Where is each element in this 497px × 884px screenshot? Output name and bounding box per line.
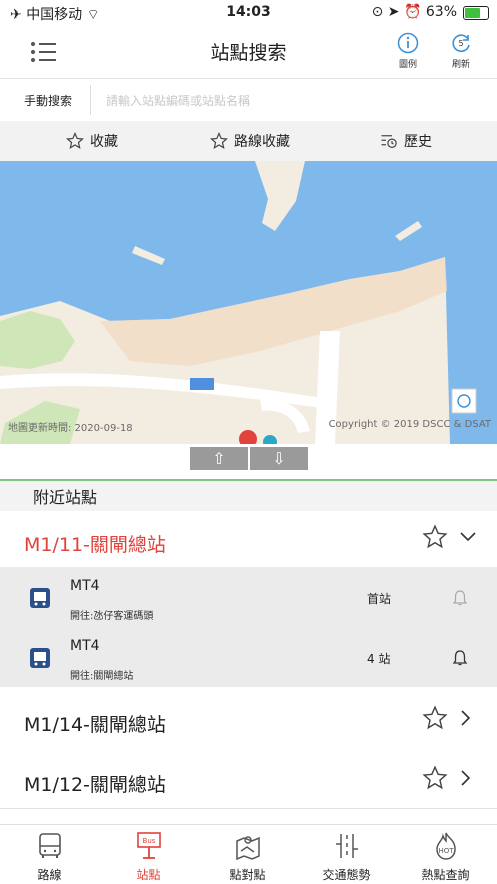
refresh-icon: 5 [452,34,470,52]
refresh-label: 刷新 [451,60,470,70]
tab-favorites[interactable]: 收藏 [66,131,118,151]
bus-stop-icon: Bus [136,832,161,859]
search-input[interactable] [104,87,478,115]
manual-search-label: 手動搜索 [24,94,73,108]
status-bar: ✈ 中国移动 ⌔ 14:03 ⊙ ➤ ⏰ 63% [0,0,497,26]
stop-row[interactable]: M1/12-關閘總站 [0,748,497,809]
star-icon [66,132,84,149]
map-copyright: Copyright © 2019 DSCC & DSAT [328,419,491,430]
expand-up-button[interactable]: ⇧ [190,447,248,470]
bottom-nav: 路線 Bus 站點 點對點 交通態勢 HOT 熱點查詢 [0,824,497,884]
route-row[interactable]: MT4 開往:關閘總站 4 站 [0,627,497,687]
chevron-down-icon[interactable] [459,530,477,544]
orientation-lock-icon: ⊙ [371,4,384,20]
nav-hotspot[interactable]: HOT 熱點查詢 [396,831,495,883]
nav-hotspot-label: 熱點查詢 [421,868,470,882]
map-route-icon [235,836,260,861]
route-row[interactable]: MT4 開往:氹仔客運碼頭 首站 [0,567,497,627]
info-icon [397,32,419,54]
svg-text:Bus: Bus [142,837,155,845]
bell-icon[interactable] [452,589,468,607]
nav-traffic[interactable]: 交通態勢 [297,831,396,883]
location-icon: ➤ [387,4,400,20]
route-code: MT4 [70,638,100,654]
favorite-tabs: 收藏 路線收藏 歷史 [0,121,497,161]
route-destination: 開往:氹仔客運碼頭 [70,611,154,622]
stop-row[interactable]: M1/14-關閘總站 [0,688,497,749]
nav-point-to-point-label: 點對點 [229,868,266,882]
alarm-icon: ⏰ [403,4,422,20]
refresh-count: 5 [458,39,463,48]
battery-icon [463,6,489,20]
tab-route-favorites[interactable]: 路線收藏 [210,131,290,151]
stop-name: M1/12-關閘總站 [24,774,166,796]
nav-stops-label: 站點 [136,868,161,882]
nearby-header: 附近站點 [0,481,497,511]
bus-icon [38,833,61,858]
hot-icon: HOT [435,832,456,860]
battery-percent: 63% [425,4,457,20]
chevron-right-icon[interactable] [459,769,471,787]
stop-name: M1/14-關閘總站 [24,714,166,736]
star-icon [210,132,228,149]
route-list: MT4 開往:氹仔客運碼頭 首站 MT4 開往:關閘總站 4 站 [0,567,497,687]
route-code: MT4 [70,578,100,594]
legend-label: 圖例 [398,60,417,70]
divider [90,85,91,115]
bell-icon[interactable] [452,649,468,667]
svg-text:HOT: HOT [438,847,454,855]
search-row: 手動搜索 [0,79,497,122]
map-update-time: 地圖更新時間: 2020-09-18 [8,423,133,434]
app-header: 站點搜索 圖例 5 刷新 [0,26,497,79]
tab-favorites-label: 收藏 [90,134,118,150]
stop-row[interactable]: M1/11-關閘總站 [0,512,497,567]
bus-icon [30,588,50,608]
chevron-right-icon[interactable] [459,709,471,727]
star-icon[interactable] [422,705,448,731]
route-status: 首站 [367,592,392,606]
route-destination: 開往:關閘總站 [70,671,134,682]
nav-routes[interactable]: 路線 [0,831,99,883]
nav-traffic-label: 交通態勢 [322,868,371,882]
nav-routes-label: 路線 [37,868,62,882]
stop-name: M1/11-關閘總站 [24,534,166,556]
star-icon[interactable] [422,765,448,791]
tab-history[interactable]: 歷史 [380,131,432,151]
map-view[interactable]: 地圖更新時間: 2020-09-18 Copyright © 2019 DSCC… [0,161,497,444]
tab-route-favorites-label: 路線收藏 [234,134,290,150]
route-status: 4 站 [367,652,391,666]
nav-stops[interactable]: Bus 站點 [99,831,198,883]
traffic-icon [335,834,358,858]
refresh-button[interactable]: 5 刷新 [439,32,483,70]
nav-point-to-point[interactable]: 點對點 [198,831,297,883]
panel-resize-bar: ⇧ ⇩ [0,444,497,481]
nearby-title: 附近站點 [33,488,98,507]
map-canvas [0,161,497,444]
status-right: ⊙ ➤ ⏰ 63% [372,4,457,20]
tab-history-label: 歷史 [404,134,432,150]
history-icon [381,135,397,148]
collapse-down-button[interactable]: ⇩ [250,447,308,470]
legend-button[interactable]: 圖例 [386,32,430,70]
bus-icon [30,648,50,668]
star-icon[interactable] [422,524,448,550]
